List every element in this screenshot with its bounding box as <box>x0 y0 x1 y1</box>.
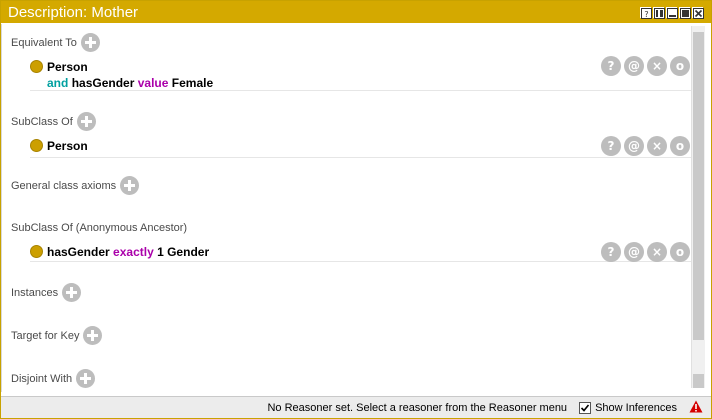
anonymous-ancestor-entry[interactable]: hasGender exactly 1 Gender ? @ × o <box>30 242 691 262</box>
expr-individual: Female <box>171 76 214 90</box>
status-bar: No Reasoner set. Select a reasoner from … <box>1 396 711 418</box>
reasoner-status-text: No Reasoner set. Select a reasoner from … <box>267 401 568 414</box>
explain-button[interactable]: ? <box>601 136 621 156</box>
class-expression: Person and hasGender value Female <box>47 59 213 91</box>
show-inferences-label: Show Inferences <box>595 401 677 414</box>
section-title: SubClass Of <box>11 115 73 128</box>
equivalent-entry[interactable]: Person and hasGender value Female ? @ × … <box>30 56 691 91</box>
add-instance-button[interactable] <box>62 283 82 302</box>
section-target-for-key: Target for Key <box>11 326 103 345</box>
section-title: SubClass Of (Anonymous Ancestor) <box>11 222 188 234</box>
scrollbar-lower-thumb[interactable] <box>693 374 704 388</box>
delete-button[interactable]: × <box>647 136 667 156</box>
add-disjoint-button[interactable] <box>76 369 96 388</box>
title-bar: Description: Mother ? <box>1 1 711 23</box>
checkmark-icon <box>580 403 590 412</box>
maximize-icon[interactable] <box>679 6 691 19</box>
explain-button[interactable]: ? <box>601 56 621 76</box>
warning-icon[interactable] <box>689 400 703 416</box>
keyword-and: and <box>47 76 69 90</box>
class-bullet-icon <box>30 139 43 152</box>
annotate-button[interactable]: @ <box>624 242 644 262</box>
subclass-entry[interactable]: Person ? @ × o <box>30 136 691 158</box>
section-title: Instances <box>11 286 59 299</box>
expr-line-2: and hasGender value Female <box>47 75 213 91</box>
section-title: Equivalent To <box>11 36 77 49</box>
svg-text:?: ? <box>644 10 648 19</box>
entry-actions: ? @ × o <box>601 56 690 76</box>
window-controls: ? <box>640 6 711 19</box>
entry-actions: ? @ × o <box>601 242 690 262</box>
section-title: General class axioms <box>11 179 117 192</box>
add-general-axiom-button[interactable] <box>120 176 140 195</box>
edit-button[interactable]: o <box>670 56 690 76</box>
close-icon[interactable] <box>692 6 704 19</box>
panel-title: Description: Mother <box>8 3 139 21</box>
add-equivalent-button[interactable] <box>80 33 100 52</box>
vertical-scrollbar[interactable] <box>691 26 705 388</box>
edit-button[interactable]: o <box>670 242 690 262</box>
add-key-button[interactable] <box>83 326 103 345</box>
section-equivalent-to: Equivalent To <box>11 33 100 52</box>
minimize-icon[interactable] <box>666 6 678 19</box>
keyword-exactly: exactly <box>113 245 154 259</box>
class-bullet-icon <box>30 245 43 258</box>
help-icon[interactable]: ? <box>640 6 652 19</box>
section-general-class-axioms: General class axioms <box>11 176 140 195</box>
explain-button[interactable]: ? <box>601 242 621 262</box>
split-icon[interactable] <box>653 6 665 19</box>
class-bullet-icon <box>30 60 43 73</box>
delete-button[interactable]: × <box>647 56 667 76</box>
delete-button[interactable]: × <box>647 242 667 262</box>
description-content: Equivalent To Person and hasGender value… <box>1 24 691 392</box>
annotate-button[interactable]: @ <box>624 136 644 156</box>
expr-property: hasGender <box>47 245 110 259</box>
expr-line-1: Person <box>47 60 88 74</box>
section-title: Target for Key <box>11 329 80 342</box>
class-expression: hasGender exactly 1 Gender <box>47 244 209 260</box>
expr-filler: 1 Gender <box>157 245 210 259</box>
section-subclass-anonymous-ancestor: SubClass Of (Anonymous Ancestor) <box>11 222 187 234</box>
scrollbar-thumb[interactable] <box>693 32 704 340</box>
class-expression: Person <box>47 139 88 153</box>
section-subclass-of: SubClass Of <box>11 112 96 131</box>
section-disjoint-with: Disjoint With <box>11 369 96 388</box>
entry-actions: ? @ × o <box>601 136 690 156</box>
add-subclass-button[interactable] <box>76 112 96 131</box>
keyword-value: value <box>137 76 169 90</box>
show-inferences-checkbox[interactable] <box>579 401 592 414</box>
expr-property: hasGender <box>71 76 135 90</box>
section-instances: Instances <box>11 283 82 302</box>
section-title: Disjoint With <box>11 372 73 385</box>
edit-button[interactable]: o <box>670 136 690 156</box>
annotate-button[interactable]: @ <box>624 56 644 76</box>
